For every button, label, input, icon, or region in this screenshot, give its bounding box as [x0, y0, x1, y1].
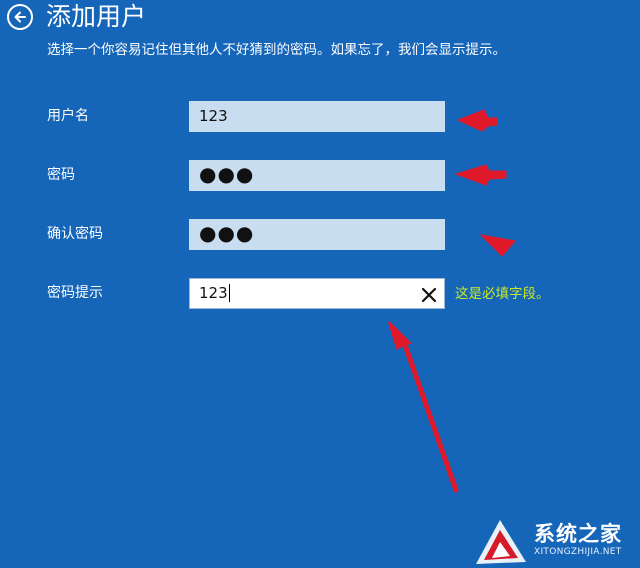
password-hint-label: 密码提示	[47, 285, 103, 301]
password-label: 密码	[47, 167, 75, 183]
annotation-arrow-hint-shaft	[401, 339, 459, 493]
annotation-arrow-username	[456, 109, 498, 132]
username-input[interactable]: 123	[189, 101, 445, 132]
confirm-password-value: ●●●	[199, 221, 255, 245]
watermark-logo	[476, 520, 526, 564]
annotation-arrow-password	[454, 164, 507, 186]
password-input[interactable]: ●●●	[189, 160, 445, 191]
page-title: 添加用户	[46, 2, 147, 31]
back-arrow-icon	[14, 11, 26, 23]
watermark-name: 系统之家	[534, 522, 622, 546]
watermark: 系统之家 XITONGZHIJIA.NET	[470, 514, 638, 566]
username-label: 用户名	[47, 108, 89, 124]
required-field-message: 这是必填字段。	[455, 286, 550, 302]
password-hint-value: 123	[199, 284, 228, 302]
watermark-url: XITONGZHIJIA.NET	[534, 547, 622, 557]
confirm-password-label: 确认密码	[47, 226, 103, 242]
password-value: ●●●	[199, 162, 255, 186]
close-icon	[421, 287, 437, 303]
password-hint-input[interactable]: 123	[189, 278, 445, 309]
annotation-arrow-hint-head	[388, 321, 412, 350]
username-value: 123	[199, 107, 228, 125]
page-subtitle: 选择一个你容易记住但其他人不好猜到的密码。如果忘了，我们会显示提示。	[47, 42, 506, 58]
back-button[interactable]	[7, 4, 33, 30]
clear-button[interactable]	[420, 285, 438, 303]
text-caret	[228, 283, 230, 302]
confirm-password-input[interactable]: ●●●	[189, 219, 445, 250]
annotation-arrow-confirm	[479, 234, 516, 257]
